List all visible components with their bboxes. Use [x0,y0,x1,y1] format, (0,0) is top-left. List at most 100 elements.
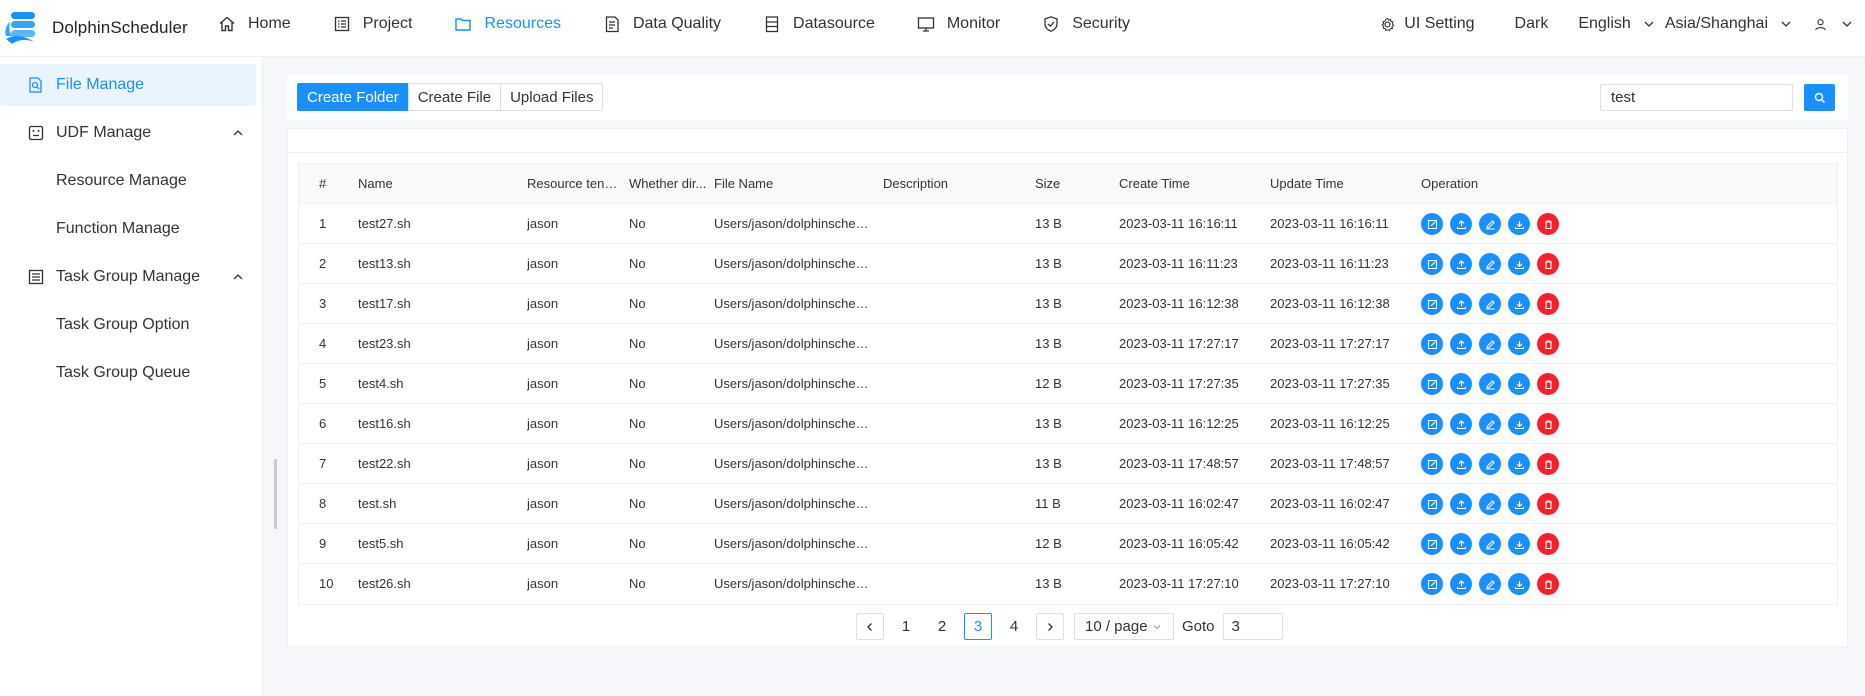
download-button[interactable] [1508,213,1530,235]
column-header[interactable]: Name [358,164,518,204]
nav-item-home[interactable]: Home [218,0,291,48]
edit-button[interactable] [1421,493,1443,515]
column-header[interactable]: Update Time [1270,164,1420,204]
column-header[interactable]: Resource tenant... [527,164,621,204]
edit-button[interactable] [1421,413,1443,435]
sidebar-item-task-group-option[interactable]: Task Group Option [0,304,256,346]
download-button[interactable] [1508,533,1530,555]
column-header[interactable]: Whether dir... [629,164,709,204]
goto-input[interactable] [1222,613,1283,640]
delete-icon [1544,579,1552,589]
nav-item-data-quality[interactable]: Data Quality [603,0,721,48]
delete-button[interactable] [1537,533,1559,555]
column-header[interactable]: Create Time [1119,164,1269,204]
download-button[interactable] [1508,253,1530,275]
theme-toggle[interactable]: Dark [1515,15,1549,33]
sidebar-item-function-manage[interactable]: Function Manage [0,208,256,250]
nav-item-datasource[interactable]: Datasource [763,0,875,48]
gear-icon [1381,17,1395,31]
sidebar-item-resource-manage[interactable]: Resource Manage [0,160,256,202]
download-button[interactable] [1508,373,1530,395]
download-button[interactable] [1508,293,1530,315]
rename-button[interactable] [1479,533,1501,555]
rename-button[interactable] [1479,293,1501,315]
rename-button[interactable] [1479,453,1501,475]
edit-icon [1427,539,1437,549]
upload-files-button[interactable]: Upload Files [500,83,604,111]
rename-button[interactable] [1479,333,1501,355]
reupload-button[interactable] [1450,213,1472,235]
delete-button[interactable] [1537,333,1559,355]
download-button[interactable] [1508,573,1530,595]
edit-button[interactable] [1421,573,1443,595]
user-menu[interactable] [1814,18,1853,31]
nav-item-security[interactable]: Security [1042,0,1130,48]
search-input[interactable] [1600,84,1793,111]
edit-button[interactable] [1421,373,1443,395]
timezone-select[interactable]: Asia/Shanghai [1665,15,1792,33]
create-file-button[interactable]: Create File [407,83,502,111]
reupload-button[interactable] [1450,293,1472,315]
edit-button[interactable] [1421,253,1443,275]
delete-button[interactable] [1537,413,1559,435]
page-2[interactable]: 2 [928,613,956,640]
nav-item-resources[interactable]: Resources [454,0,561,48]
delete-button[interactable] [1537,573,1559,595]
edit-button[interactable] [1421,333,1443,355]
reupload-button[interactable] [1450,413,1472,435]
sidebar-item-task-group-queue[interactable]: Task Group Queue [0,352,256,394]
delete-button[interactable] [1537,373,1559,395]
column-header[interactable]: Size [1035,164,1105,204]
column-header[interactable]: Description [883,164,1023,204]
edit-icon [1427,579,1437,589]
page-size-select[interactable]: 10 / page [1074,613,1174,640]
sidebar-item-file-manage[interactable]: File Manage [0,64,256,106]
delete-button[interactable] [1537,213,1559,235]
ui-setting-button[interactable]: UI Setting [1380,15,1475,33]
reupload-button[interactable] [1450,533,1472,555]
sidebar-item-udf-manage[interactable]: UDF Manage [0,112,256,154]
reupload-button[interactable] [1450,493,1472,515]
rename-button[interactable] [1479,493,1501,515]
download-button[interactable] [1508,333,1530,355]
reupload-button[interactable] [1450,573,1472,595]
download-button[interactable] [1508,493,1530,515]
home-icon [219,16,235,32]
rename-button[interactable] [1479,373,1501,395]
search-button[interactable] [1804,84,1835,111]
download-button[interactable] [1508,453,1530,475]
prev-page-button[interactable] [856,613,884,640]
rename-icon [1485,299,1495,309]
page-1[interactable]: 1 [892,613,920,640]
edit-button[interactable] [1421,213,1443,235]
delete-button[interactable] [1537,293,1559,315]
sidebar-scrollbar[interactable] [274,459,277,529]
edit-button[interactable] [1421,533,1443,555]
edit-button[interactable] [1421,293,1443,315]
column-header[interactable]: File Name [714,164,874,204]
page-4[interactable]: 4 [1000,613,1028,640]
create-folder-button[interactable]: Create Folder [297,83,409,111]
app-logo[interactable]: DolphinScheduler [4,6,188,50]
nav-item-project[interactable]: Project [333,0,412,48]
language-select[interactable]: English [1578,15,1654,33]
edit-button[interactable] [1421,453,1443,475]
sidebar-item-task-group-manage[interactable]: Task Group Manage [0,256,256,298]
next-page-button[interactable] [1036,613,1064,640]
delete-button[interactable] [1537,493,1559,515]
cell-tenant: jason [527,416,559,431]
page-3[interactable]: 3 [964,613,992,640]
delete-button[interactable] [1537,453,1559,475]
reupload-button[interactable] [1450,373,1472,395]
rename-button[interactable] [1479,573,1501,595]
rename-button[interactable] [1479,253,1501,275]
reupload-button[interactable] [1450,253,1472,275]
rename-button[interactable] [1479,213,1501,235]
download-button[interactable] [1508,413,1530,435]
download-icon [1514,220,1524,229]
nav-item-monitor[interactable]: Monitor [917,0,1000,48]
reupload-button[interactable] [1450,333,1472,355]
reupload-button[interactable] [1450,453,1472,475]
delete-button[interactable] [1537,253,1559,275]
rename-button[interactable] [1479,413,1501,435]
